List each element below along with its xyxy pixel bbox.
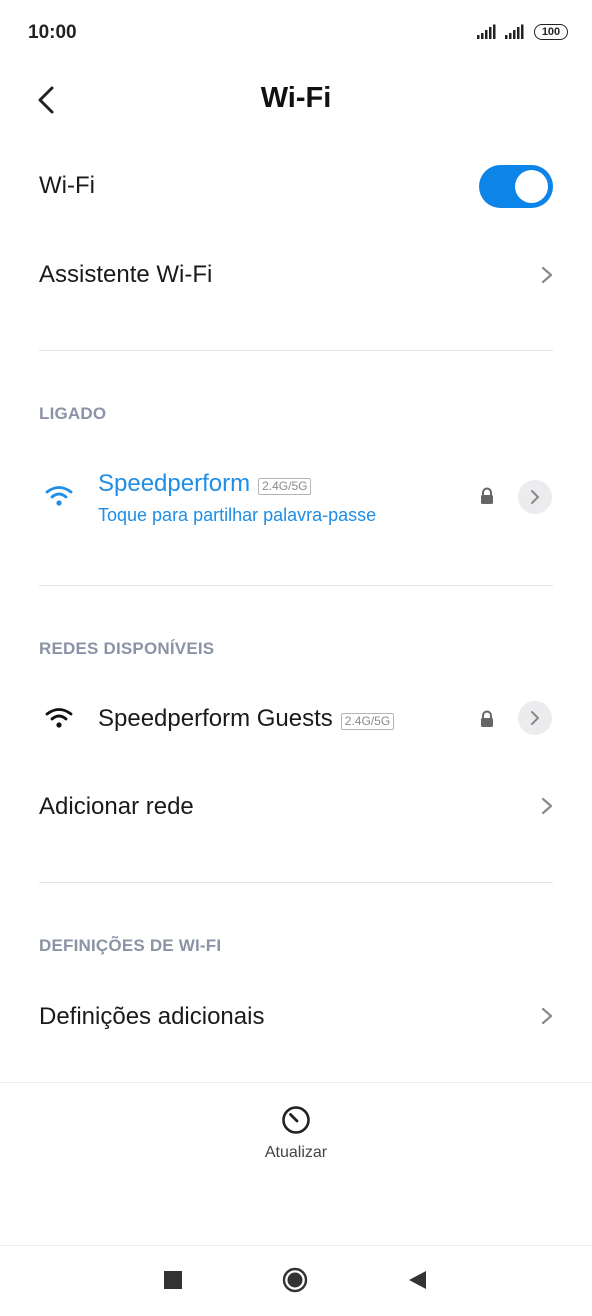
network-details-button[interactable]	[518, 701, 552, 735]
status-icons: 100	[476, 24, 568, 40]
chevron-right-icon	[541, 1007, 553, 1025]
divider	[39, 585, 553, 586]
navigation-bar	[0, 1246, 592, 1316]
section-settings: DEFINIÇÕES DE WI-FI	[39, 936, 222, 955]
additional-settings-label: Definições adicionais	[39, 1003, 265, 1030]
assistant-row[interactable]: Assistente Wi-Fi	[0, 240, 592, 310]
lock-icon	[481, 710, 493, 727]
bottom-divider	[0, 1082, 592, 1083]
section-connected: LIGADO	[39, 404, 107, 423]
chevron-right-icon	[531, 490, 539, 504]
wifi-icon	[45, 708, 73, 728]
network-name: Speedperform	[98, 470, 251, 497]
divider	[39, 350, 553, 351]
wifi-icon	[45, 486, 73, 506]
share-password-link[interactable]: Toque para partilhar palavra-passe	[98, 505, 376, 526]
chevron-right-icon	[531, 711, 539, 725]
status-time: 10:00	[28, 22, 77, 43]
connected-network-row[interactable]: Speedperform 2.4G/5G Toque para partilhar…	[0, 460, 592, 540]
band-badge: 2.4G/5G	[340, 713, 395, 731]
chevron-right-icon	[541, 266, 553, 284]
lock-icon	[481, 487, 493, 504]
refresh-icon	[282, 1106, 310, 1134]
divider	[39, 882, 553, 883]
add-network-label: Adicionar rede	[39, 793, 194, 820]
network-name: Speedperform Guests	[98, 705, 333, 732]
signal-icon	[505, 24, 524, 39]
add-network-row[interactable]: Adicionar rede	[0, 772, 592, 842]
signal-icon	[477, 24, 496, 39]
chevron-right-icon	[541, 797, 553, 815]
assistant-label: Assistente Wi-Fi	[39, 261, 213, 288]
refresh-button[interactable]: Atualizar	[0, 1104, 592, 1162]
back-nav-button[interactable]	[406, 1269, 428, 1291]
page-title: Wi-Fi	[260, 82, 332, 114]
refresh-label: Atualizar	[264, 1144, 328, 1161]
home-button[interactable]	[282, 1267, 308, 1293]
wifi-toggle-label: Wi-Fi	[39, 172, 95, 199]
recents-button[interactable]	[164, 1271, 182, 1289]
wifi-toggle[interactable]	[479, 165, 553, 208]
band-badge: 2.4G/5G	[258, 478, 312, 496]
available-network-row[interactable]: Speedperform Guests 2.4G/5G	[0, 688, 592, 752]
additional-settings-row[interactable]: Definições adicionais	[0, 982, 592, 1052]
network-details-button[interactable]	[518, 480, 552, 514]
toggle-knob	[515, 170, 548, 203]
section-available: REDES DISPONÍVEIS	[39, 639, 215, 658]
available-network-title: Speedperform Guests 2.4G/5G	[98, 705, 395, 733]
battery-icon: 100	[534, 24, 568, 40]
connected-network-title: Speedperform 2.4G/5G	[98, 470, 312, 498]
